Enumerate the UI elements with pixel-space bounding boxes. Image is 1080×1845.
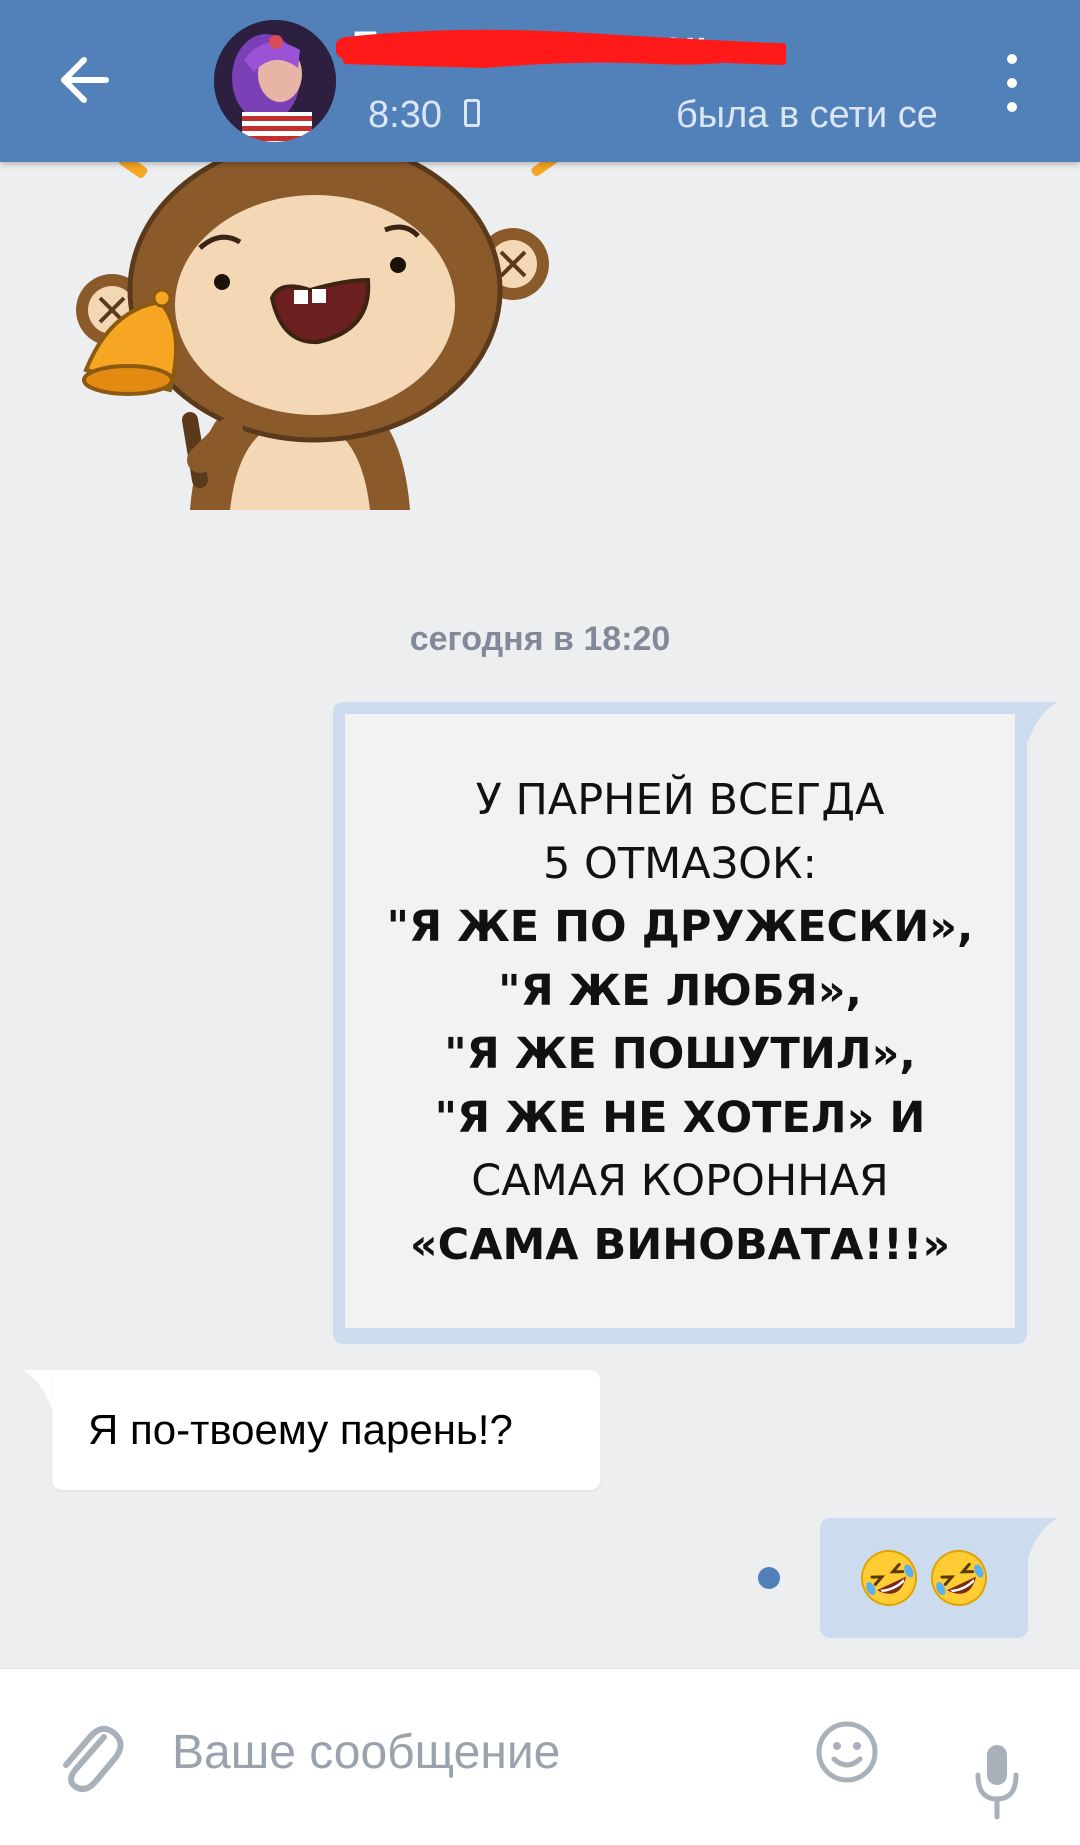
incoming-message[interactable]: Я по-твоему парень!? xyxy=(52,1370,600,1490)
unread-indicator xyxy=(758,1567,780,1589)
contact-photo xyxy=(214,20,336,142)
rofl-emoji-icon xyxy=(861,1550,917,1606)
chat-header: Евгения Романюк 8:30 была в сети сегодня xyxy=(0,0,1080,162)
emoji-button[interactable] xyxy=(812,1717,882,1787)
message-input-bar: Ваше сообщение xyxy=(0,1668,1080,1845)
image-text-line: "Я ЖЕ ПО ДРУЖЕСКИ», xyxy=(386,902,974,952)
phone-icon xyxy=(464,99,480,127)
more-vertical-icon xyxy=(1007,54,1017,64)
image-text-line: У ПАРНЕЙ ВСЕГДА xyxy=(475,775,885,825)
outgoing-image-message[interactable]: У ПАРНЕЙ ВСЕГДА 5 ОТМАЗОК: "Я ЖЕ ПО ДРУЖ… xyxy=(333,702,1027,1344)
monkey-sticker[interactable] xyxy=(50,130,570,530)
arrow-left-icon xyxy=(61,57,109,103)
rofl-emoji-icon xyxy=(931,1550,987,1606)
image-text-line: «САМА ВИНОВАТА!!!» xyxy=(409,1219,951,1270)
attached-image[interactable]: У ПАРНЕЙ ВСЕГДА 5 ОТМАЗОК: "Я ЖЕ ПО ДРУЖ… xyxy=(345,714,1015,1328)
image-text-line: "Я ЖЕ ЛЮБЯ», xyxy=(498,965,862,1016)
avatar[interactable] xyxy=(214,20,336,142)
microphone-icon xyxy=(975,1745,1019,1820)
microphone-button[interactable] xyxy=(972,1741,1022,1825)
header-time: 8:30 xyxy=(368,94,442,136)
image-text-line: САМАЯ КОРОННАЯ xyxy=(471,1156,889,1206)
online-status: была в сети сегодня xyxy=(676,94,936,136)
image-text-line: 5 ОТМАЗОК: xyxy=(542,838,818,889)
date-separator: сегодня в 18:20 xyxy=(409,620,671,658)
image-text-line: "Я ЖЕ НЕ ХОТЕЛ» И xyxy=(434,1092,926,1143)
smile-icon xyxy=(816,1721,878,1783)
paperclip-icon xyxy=(63,1725,124,1792)
outgoing-emoji-message[interactable] xyxy=(820,1518,1028,1638)
more-menu-button[interactable] xyxy=(990,48,1034,118)
message-text: Я по-твоему парень!? xyxy=(88,1406,513,1453)
redaction-scribble xyxy=(336,29,786,68)
back-button[interactable] xyxy=(48,40,120,120)
message-input[interactable]: Ваше сообщение xyxy=(172,1725,560,1780)
image-text-line: "Я ЖЕ ПОШУТИЛ», xyxy=(444,1029,916,1079)
attach-button[interactable] xyxy=(52,1713,124,1793)
